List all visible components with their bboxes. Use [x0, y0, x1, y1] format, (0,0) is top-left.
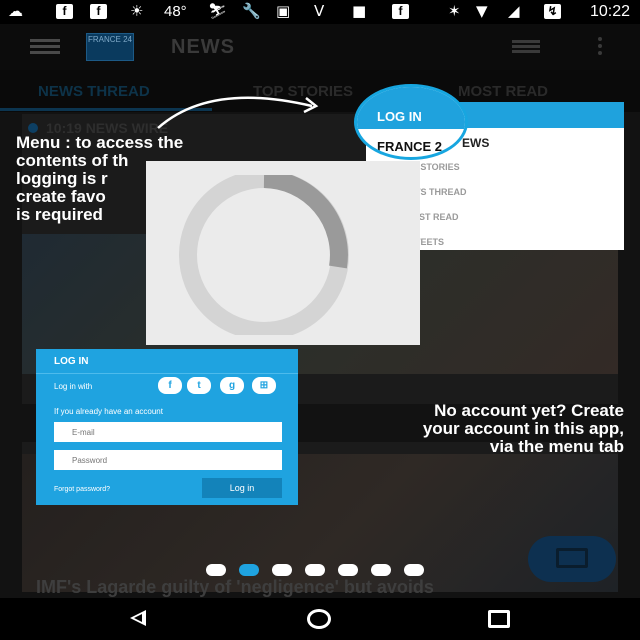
vine-icon: V — [314, 2, 325, 20]
tab-news-thread[interactable]: NEWS THREAD — [38, 83, 150, 100]
back-icon-inner — [134, 614, 142, 622]
app-bar: FRANCE 24 NEWS — [0, 24, 640, 70]
login-title: LOG IN — [54, 356, 89, 367]
facebook-icon[interactable]: f — [158, 377, 182, 394]
page-dot[interactable] — [272, 564, 292, 576]
curved-arrow-icon — [157, 96, 319, 129]
overflow-menu-icon[interactable] — [598, 37, 604, 57]
twitter-icon[interactable]: t — [187, 377, 211, 394]
menu-item-news[interactable]: EWS — [462, 136, 489, 150]
page-dot[interactable] — [305, 564, 325, 576]
page-indicator — [206, 564, 424, 578]
wifi-icon: ▼ — [476, 2, 488, 20]
flipboard-icon: f — [392, 4, 409, 19]
battery-icon: ↯ — [544, 4, 561, 19]
weather-icon: ☀ — [130, 2, 144, 20]
flipboard-icon: f — [90, 4, 107, 19]
login-card: LOG IN Log in with f t g ⊞ If you alread… — [36, 349, 298, 505]
news-headline[interactable]: IMF's Lagarde guilty of 'negligence' but… — [36, 576, 606, 598]
forgot-password-link[interactable]: Forgot password? — [54, 486, 110, 493]
menu-item-france[interactable]: FRANCE 2 — [377, 139, 442, 154]
app-logo: FRANCE 24 — [86, 33, 134, 61]
messenger-icon: ☁ — [8, 2, 23, 20]
live-tv-button[interactable] — [528, 536, 616, 582]
list-view-icon[interactable] — [512, 40, 540, 54]
existing-account-label: If you already have an account — [54, 407, 163, 416]
tutorial-line: No account yet? Create — [434, 401, 624, 420]
activity-icon: ⛷ — [208, 2, 228, 20]
tutorial-account-text: No account yet? Create your account in t… — [326, 402, 624, 456]
status-bar: ☁ f f ☀ 48° ⛷ 🔧 ▣ V ■ f ✶ ▼ ◢ ↯ 10:22 — [0, 0, 640, 24]
flipboard-icon: f — [56, 4, 73, 19]
menu-item-news-thread[interactable]: WS THREAD — [412, 187, 467, 197]
logo-text: FRANCE 24 — [87, 35, 132, 44]
page-dot[interactable] — [338, 564, 358, 576]
page-dot[interactable] — [206, 564, 226, 576]
tab-most-read[interactable]: MOST READ — [458, 83, 548, 100]
home-icon[interactable] — [307, 609, 331, 629]
password-field[interactable] — [54, 450, 282, 470]
login-with-label: Log in with — [54, 382, 93, 391]
loading-card — [146, 161, 420, 345]
page-dot[interactable] — [239, 564, 259, 576]
recents-icon[interactable] — [488, 610, 510, 628]
email-field[interactable] — [54, 422, 282, 442]
page-dot[interactable] — [371, 564, 391, 576]
tutorial-line: via the menu tab — [489, 437, 624, 456]
loading-spinner-icon — [179, 175, 349, 335]
google-plus-icon[interactable]: g — [220, 377, 244, 394]
tutorial-line: your account in this app, — [422, 419, 624, 438]
temperature: 48° — [164, 3, 187, 20]
page-title: NEWS — [171, 36, 235, 58]
menu-icon[interactable] — [30, 39, 60, 55]
login-button[interactable]: Log in — [202, 478, 282, 498]
bluetooth-icon: ✶ — [448, 2, 461, 20]
menu-item-login[interactable]: LOG IN — [377, 109, 422, 124]
tv-icon — [556, 548, 588, 568]
game-icon: ■ — [352, 2, 367, 20]
app-icon: ▣ — [276, 2, 291, 20]
microsoft-icon[interactable]: ⊞ — [252, 377, 276, 394]
dot-icon — [28, 123, 38, 133]
signal-icon: ◢ — [508, 2, 520, 20]
wrench-icon: 🔧 — [242, 2, 261, 20]
clock: 10:22 — [589, 3, 630, 20]
divider — [36, 373, 298, 374]
login-spotlight[interactable]: LOG IN FRANCE 2 — [354, 84, 468, 160]
page-dot[interactable] — [404, 564, 424, 576]
